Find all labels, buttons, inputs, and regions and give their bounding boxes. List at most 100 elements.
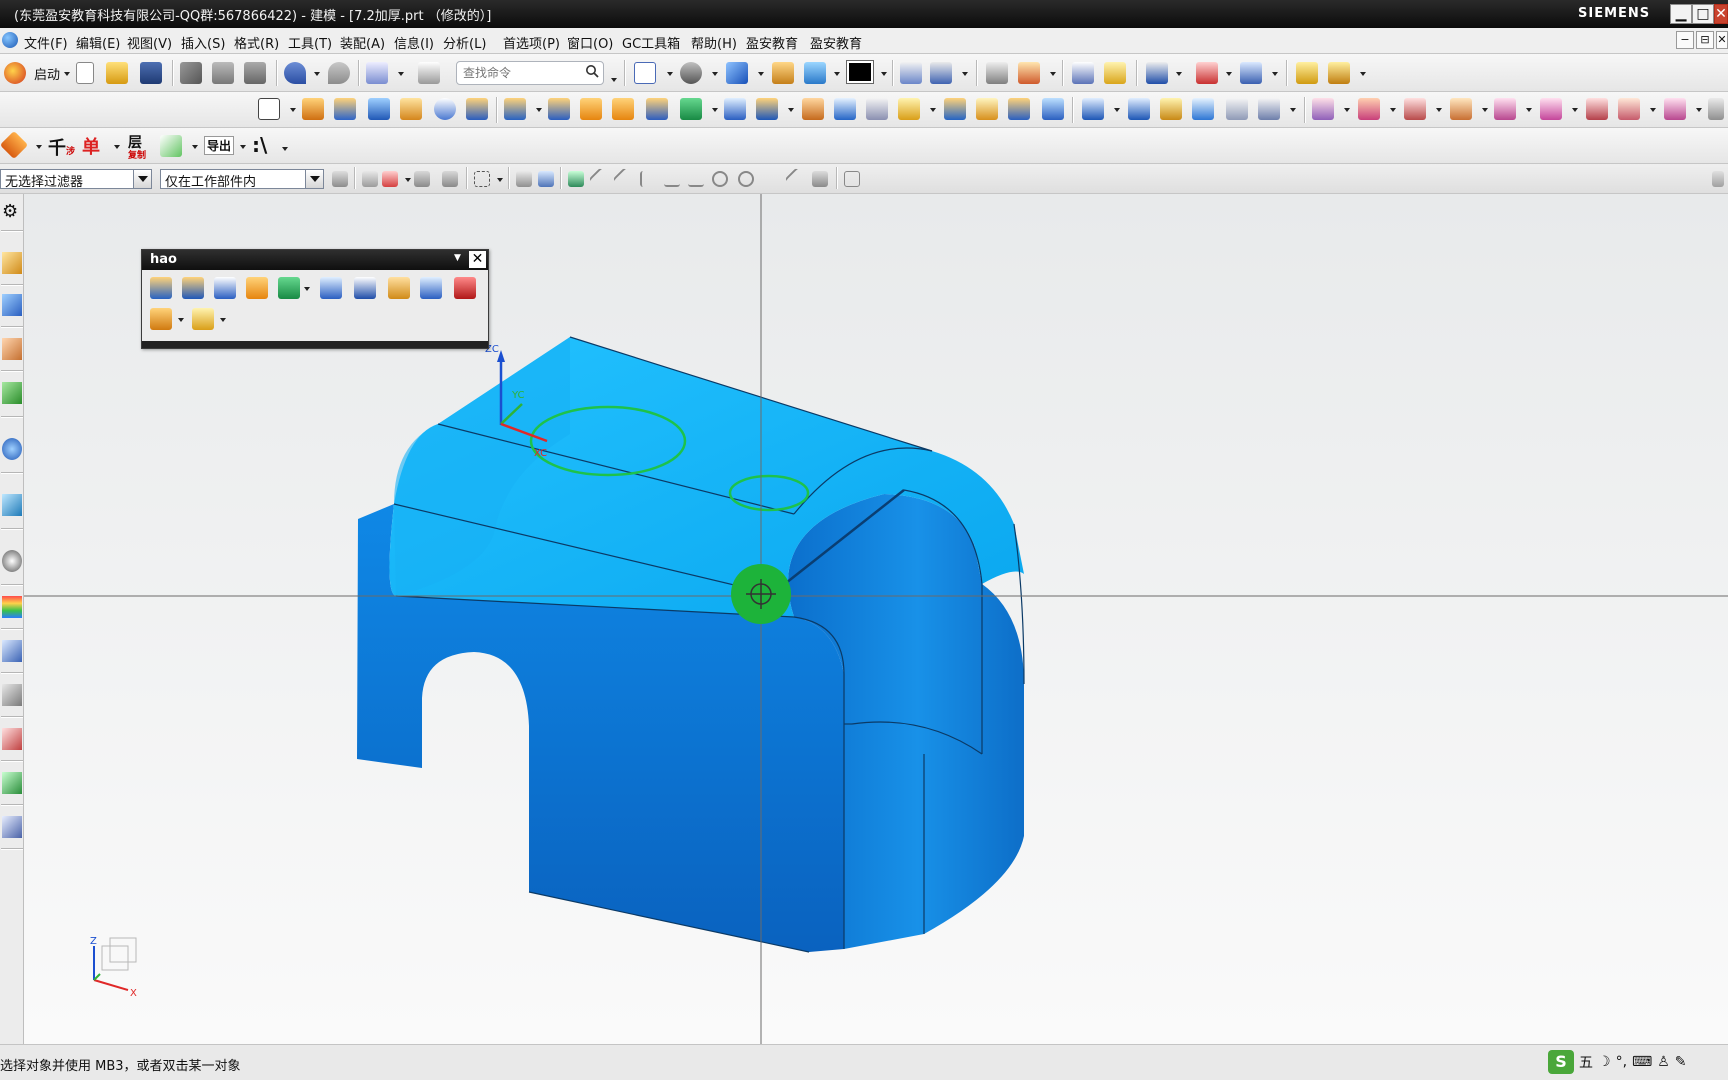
- hao-close-icon[interactable]: ✕: [469, 251, 486, 268]
- menu-analysis[interactable]: 分析(L): [443, 33, 486, 52]
- chevron-down-icon[interactable]: [133, 170, 151, 188]
- assembly-constraint-icon[interactable]: [1328, 62, 1350, 84]
- select-all-icon[interactable]: [362, 171, 378, 187]
- new-file-icon[interactable]: [76, 62, 94, 84]
- layer-settings-icon[interactable]: [986, 62, 1008, 84]
- menu-view[interactable]: 视图(V): [127, 33, 172, 52]
- transform-dropdown-icon[interactable]: [962, 72, 968, 76]
- transform-icon[interactable]: [930, 62, 952, 84]
- scissors-green-icon[interactable]: [160, 135, 182, 157]
- gc-tool-4-icon[interactable]: [1450, 98, 1472, 120]
- hao-thicken-dropdown-icon[interactable]: [178, 318, 184, 322]
- search-icon[interactable]: [585, 64, 599, 78]
- measure-icon[interactable]: [1104, 62, 1126, 84]
- hao-box-icon[interactable]: [214, 277, 236, 299]
- hao-thicken-icon[interactable]: [150, 308, 172, 330]
- menu-help[interactable]: 帮助(H): [691, 33, 737, 52]
- curve-rule-icon[interactable]: [414, 171, 430, 187]
- manufacturing-wizard-icon[interactable]: [2, 684, 22, 706]
- menu-insert[interactable]: 插入(S): [181, 33, 225, 52]
- sync-move-face-icon[interactable]: [1082, 98, 1104, 120]
- assembly-icon[interactable]: [1296, 62, 1318, 84]
- start-dropdown-icon[interactable]: [64, 72, 70, 76]
- gc-tool-2-icon[interactable]: [1358, 98, 1380, 120]
- sew-icon[interactable]: [1042, 98, 1064, 120]
- gc-tool-5-dropdown-icon[interactable]: [1526, 108, 1532, 112]
- hao-floating-toolbar[interactable]: hao ▼ ✕: [141, 249, 489, 349]
- boss-icon[interactable]: [680, 98, 702, 120]
- selection-scope-select[interactable]: 仅在工作部件内: [160, 169, 324, 190]
- cylinder-icon[interactable]: [400, 98, 422, 120]
- wcs-icon[interactable]: [1018, 62, 1040, 84]
- snap-intersection-icon[interactable]: [664, 171, 680, 187]
- offset-region-icon[interactable]: [1160, 98, 1182, 120]
- rectangle-select-icon[interactable]: [474, 171, 490, 187]
- dan-button[interactable]: 单: [82, 133, 100, 159]
- rectangle-select-dropdown-icon[interactable]: [497, 178, 503, 182]
- pull-face-icon[interactable]: [1128, 98, 1150, 120]
- undo-icon[interactable]: [284, 62, 306, 84]
- scissors-dropdown-icon[interactable]: [192, 145, 198, 149]
- ime-toolbar[interactable]: S 五 ☽ °, ⌨ ♙ ✎: [1548, 1048, 1728, 1076]
- revolve-icon[interactable]: [334, 98, 356, 120]
- offset-face-icon[interactable]: [898, 98, 920, 120]
- render-style-dropdown-icon[interactable]: [758, 72, 764, 76]
- distance-dropdown-icon[interactable]: [1226, 72, 1232, 76]
- split-body-icon[interactable]: [1008, 98, 1030, 120]
- snap-arc-center-icon[interactable]: [712, 171, 728, 187]
- snap-point-icon[interactable]: [568, 171, 584, 187]
- doc-close-button[interactable]: ✕: [1716, 31, 1728, 49]
- hao-mirror-body-icon[interactable]: [354, 277, 376, 299]
- history-icon[interactable]: [2, 494, 22, 516]
- settings-gear-icon[interactable]: ⚙: [2, 202, 22, 224]
- pattern-icon[interactable]: [612, 98, 634, 120]
- menu-yingan-education-1[interactable]: 盈安教育: [746, 33, 798, 52]
- hao-delete-body-icon[interactable]: [454, 277, 476, 299]
- sketch-dropdown-icon[interactable]: [290, 108, 296, 112]
- reuse-library-icon[interactable]: [2, 382, 22, 404]
- selection-tool-icon[interactable]: [366, 62, 388, 84]
- snap-end-icon[interactable]: [588, 167, 612, 191]
- gc-tool-8-icon[interactable]: [1618, 98, 1640, 120]
- ruler-dropdown-icon[interactable]: [1272, 72, 1278, 76]
- type-filter-select[interactable]: 无选择过滤器: [0, 169, 152, 190]
- snap-quadrant-icon[interactable]: [738, 171, 754, 187]
- gc-tool-9-dropdown-icon[interactable]: [1696, 108, 1702, 112]
- redo-icon[interactable]: [328, 62, 350, 84]
- ime-mode-button[interactable]: 五: [1579, 1052, 1593, 1072]
- menu-preferences[interactable]: 首选项(P): [503, 33, 560, 52]
- hao-blend-icon[interactable]: [420, 277, 442, 299]
- minimize-button[interactable]: ▁: [1670, 4, 1692, 24]
- ruler-icon[interactable]: [1240, 62, 1262, 84]
- close-button[interactable]: ✕: [1714, 4, 1728, 24]
- hao-toolbar-header[interactable]: hao ▼ ✕: [142, 250, 488, 270]
- snap-curve-icon[interactable]: [640, 171, 656, 187]
- boss-dropdown-icon[interactable]: [712, 108, 718, 112]
- fit-view-icon[interactable]: [634, 62, 656, 84]
- block-icon[interactable]: [368, 98, 390, 120]
- orient-view-dropdown-icon[interactable]: [712, 72, 718, 76]
- draft-icon[interactable]: [944, 98, 966, 120]
- replace-face-icon[interactable]: [1192, 98, 1214, 120]
- sphere-icon[interactable]: [434, 98, 456, 120]
- cut-icon[interactable]: [180, 62, 202, 84]
- chevron-down-icon[interactable]: [305, 170, 323, 188]
- gc-tool-1-icon[interactable]: [1312, 98, 1334, 120]
- datum-plane-icon[interactable]: [504, 98, 526, 120]
- ime-moon-icon[interactable]: ☽: [1598, 1054, 1611, 1070]
- menu-yingan-education-2[interactable]: 盈安教育: [810, 33, 862, 52]
- shell-dropdown-icon[interactable]: [788, 108, 794, 112]
- hao-chamfer-icon[interactable]: [388, 277, 410, 299]
- color-dropdown-icon[interactable]: [881, 72, 887, 76]
- snap-existing-point-icon[interactable]: [764, 171, 780, 187]
- gc-tool-6-dropdown-icon[interactable]: [1572, 108, 1578, 112]
- ime-logo-icon[interactable]: S: [1548, 1050, 1574, 1074]
- gc-tool-6-icon[interactable]: [1540, 98, 1562, 120]
- mirror-icon[interactable]: [724, 98, 746, 120]
- offset-dropdown-icon[interactable]: [930, 108, 936, 112]
- chamfer-icon[interactable]: [802, 98, 824, 120]
- thicken-icon[interactable]: [976, 98, 998, 120]
- menu-edit[interactable]: 编辑(E): [76, 33, 120, 52]
- hao-datum-plane-icon[interactable]: [150, 277, 172, 299]
- shell-icon[interactable]: [756, 98, 778, 120]
